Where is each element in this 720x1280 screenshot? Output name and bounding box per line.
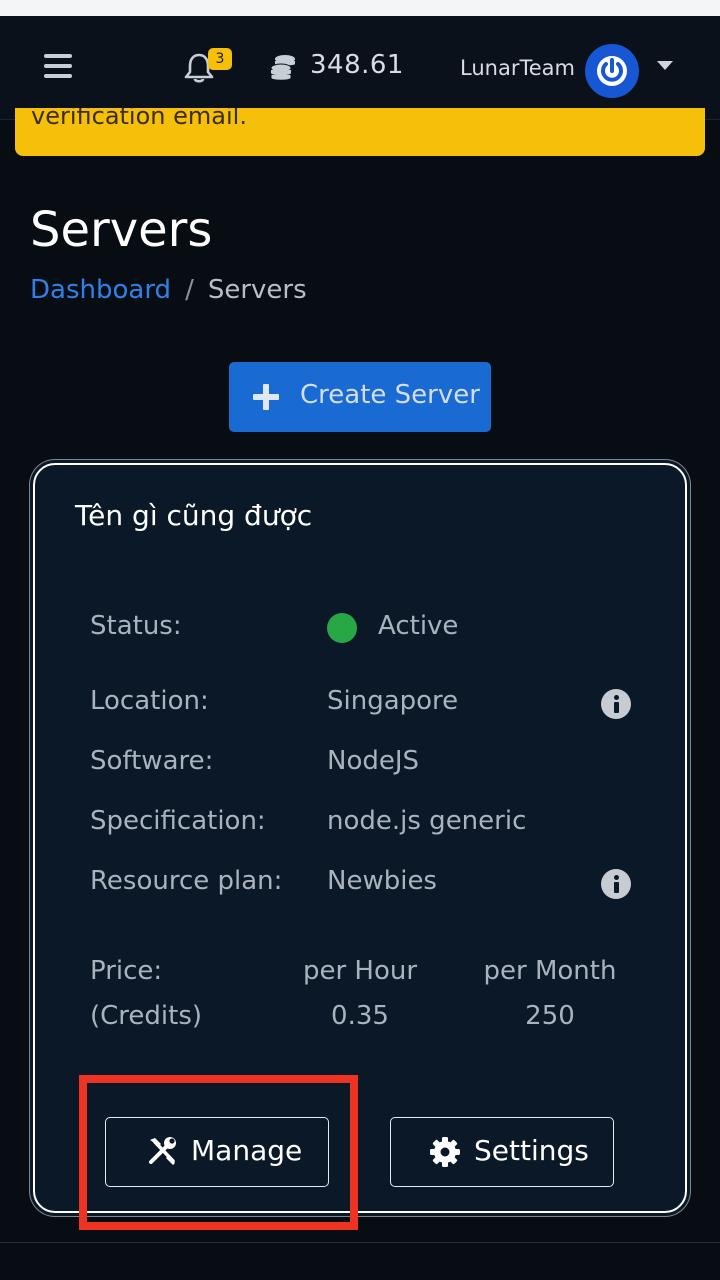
price-per-month-header: per Month — [483, 956, 617, 986]
user-avatar[interactable] — [585, 44, 639, 98]
manage-highlight-box — [79, 1075, 358, 1230]
notification-count-badge: 3 — [208, 48, 232, 70]
software-value: NodeJS — [327, 746, 420, 776]
footer-divider — [0, 1242, 720, 1243]
coins-icon — [270, 54, 296, 82]
resource-plan-label: Resource plan: — [90, 866, 283, 896]
location-info-icon[interactable] — [601, 689, 631, 719]
menu-toggle-icon[interactable] — [44, 54, 72, 78]
price-label: Price: — [90, 956, 163, 986]
create-server-button[interactable]: Create Server — [229, 362, 491, 432]
price-per-hour-value: 0.35 — [331, 1001, 389, 1031]
power-icon — [597, 56, 627, 86]
software-label: Software: — [90, 746, 214, 776]
server-name: Tên gì cũng được — [75, 499, 313, 532]
page-title: Servers — [30, 202, 213, 258]
status-label: Status: — [90, 611, 182, 641]
alert-text: verification email. — [31, 108, 247, 130]
gear-icon — [430, 1137, 460, 1167]
status-indicator-dot — [327, 613, 357, 643]
price-credits-label: (Credits) — [90, 1001, 203, 1031]
specification-label: Specification: — [90, 806, 266, 836]
settings-button[interactable]: Settings — [390, 1117, 614, 1187]
username[interactable]: LunarTeam — [460, 56, 575, 80]
create-server-label: Create Server — [300, 380, 480, 410]
resource-plan-info-icon[interactable] — [601, 869, 631, 899]
price-per-month-value: 250 — [525, 1001, 575, 1031]
credits-balance: 348.61 — [310, 50, 404, 80]
breadcrumb-dashboard-link[interactable]: Dashboard — [30, 275, 171, 305]
location-label: Location: — [90, 686, 209, 716]
breadcrumb: Dashboard / Servers — [30, 275, 307, 305]
user-menu-chevron-down-icon[interactable] — [657, 61, 673, 70]
location-value: Singapore — [327, 686, 459, 716]
top-navbar: 3 348.61 LunarTeam — [0, 16, 720, 120]
specification-value: node.js generic — [327, 806, 527, 836]
breadcrumb-separator: / — [185, 275, 194, 305]
status-value: Active — [378, 611, 459, 641]
settings-label: Settings — [474, 1134, 589, 1167]
price-per-hour-header: per Hour — [302, 956, 418, 986]
plus-icon — [253, 384, 279, 410]
browser-top-strip — [0, 0, 720, 16]
breadcrumb-current: Servers — [207, 275, 307, 305]
verification-alert: verification email. — [15, 108, 705, 156]
resource-plan-value: Newbies — [327, 866, 437, 896]
